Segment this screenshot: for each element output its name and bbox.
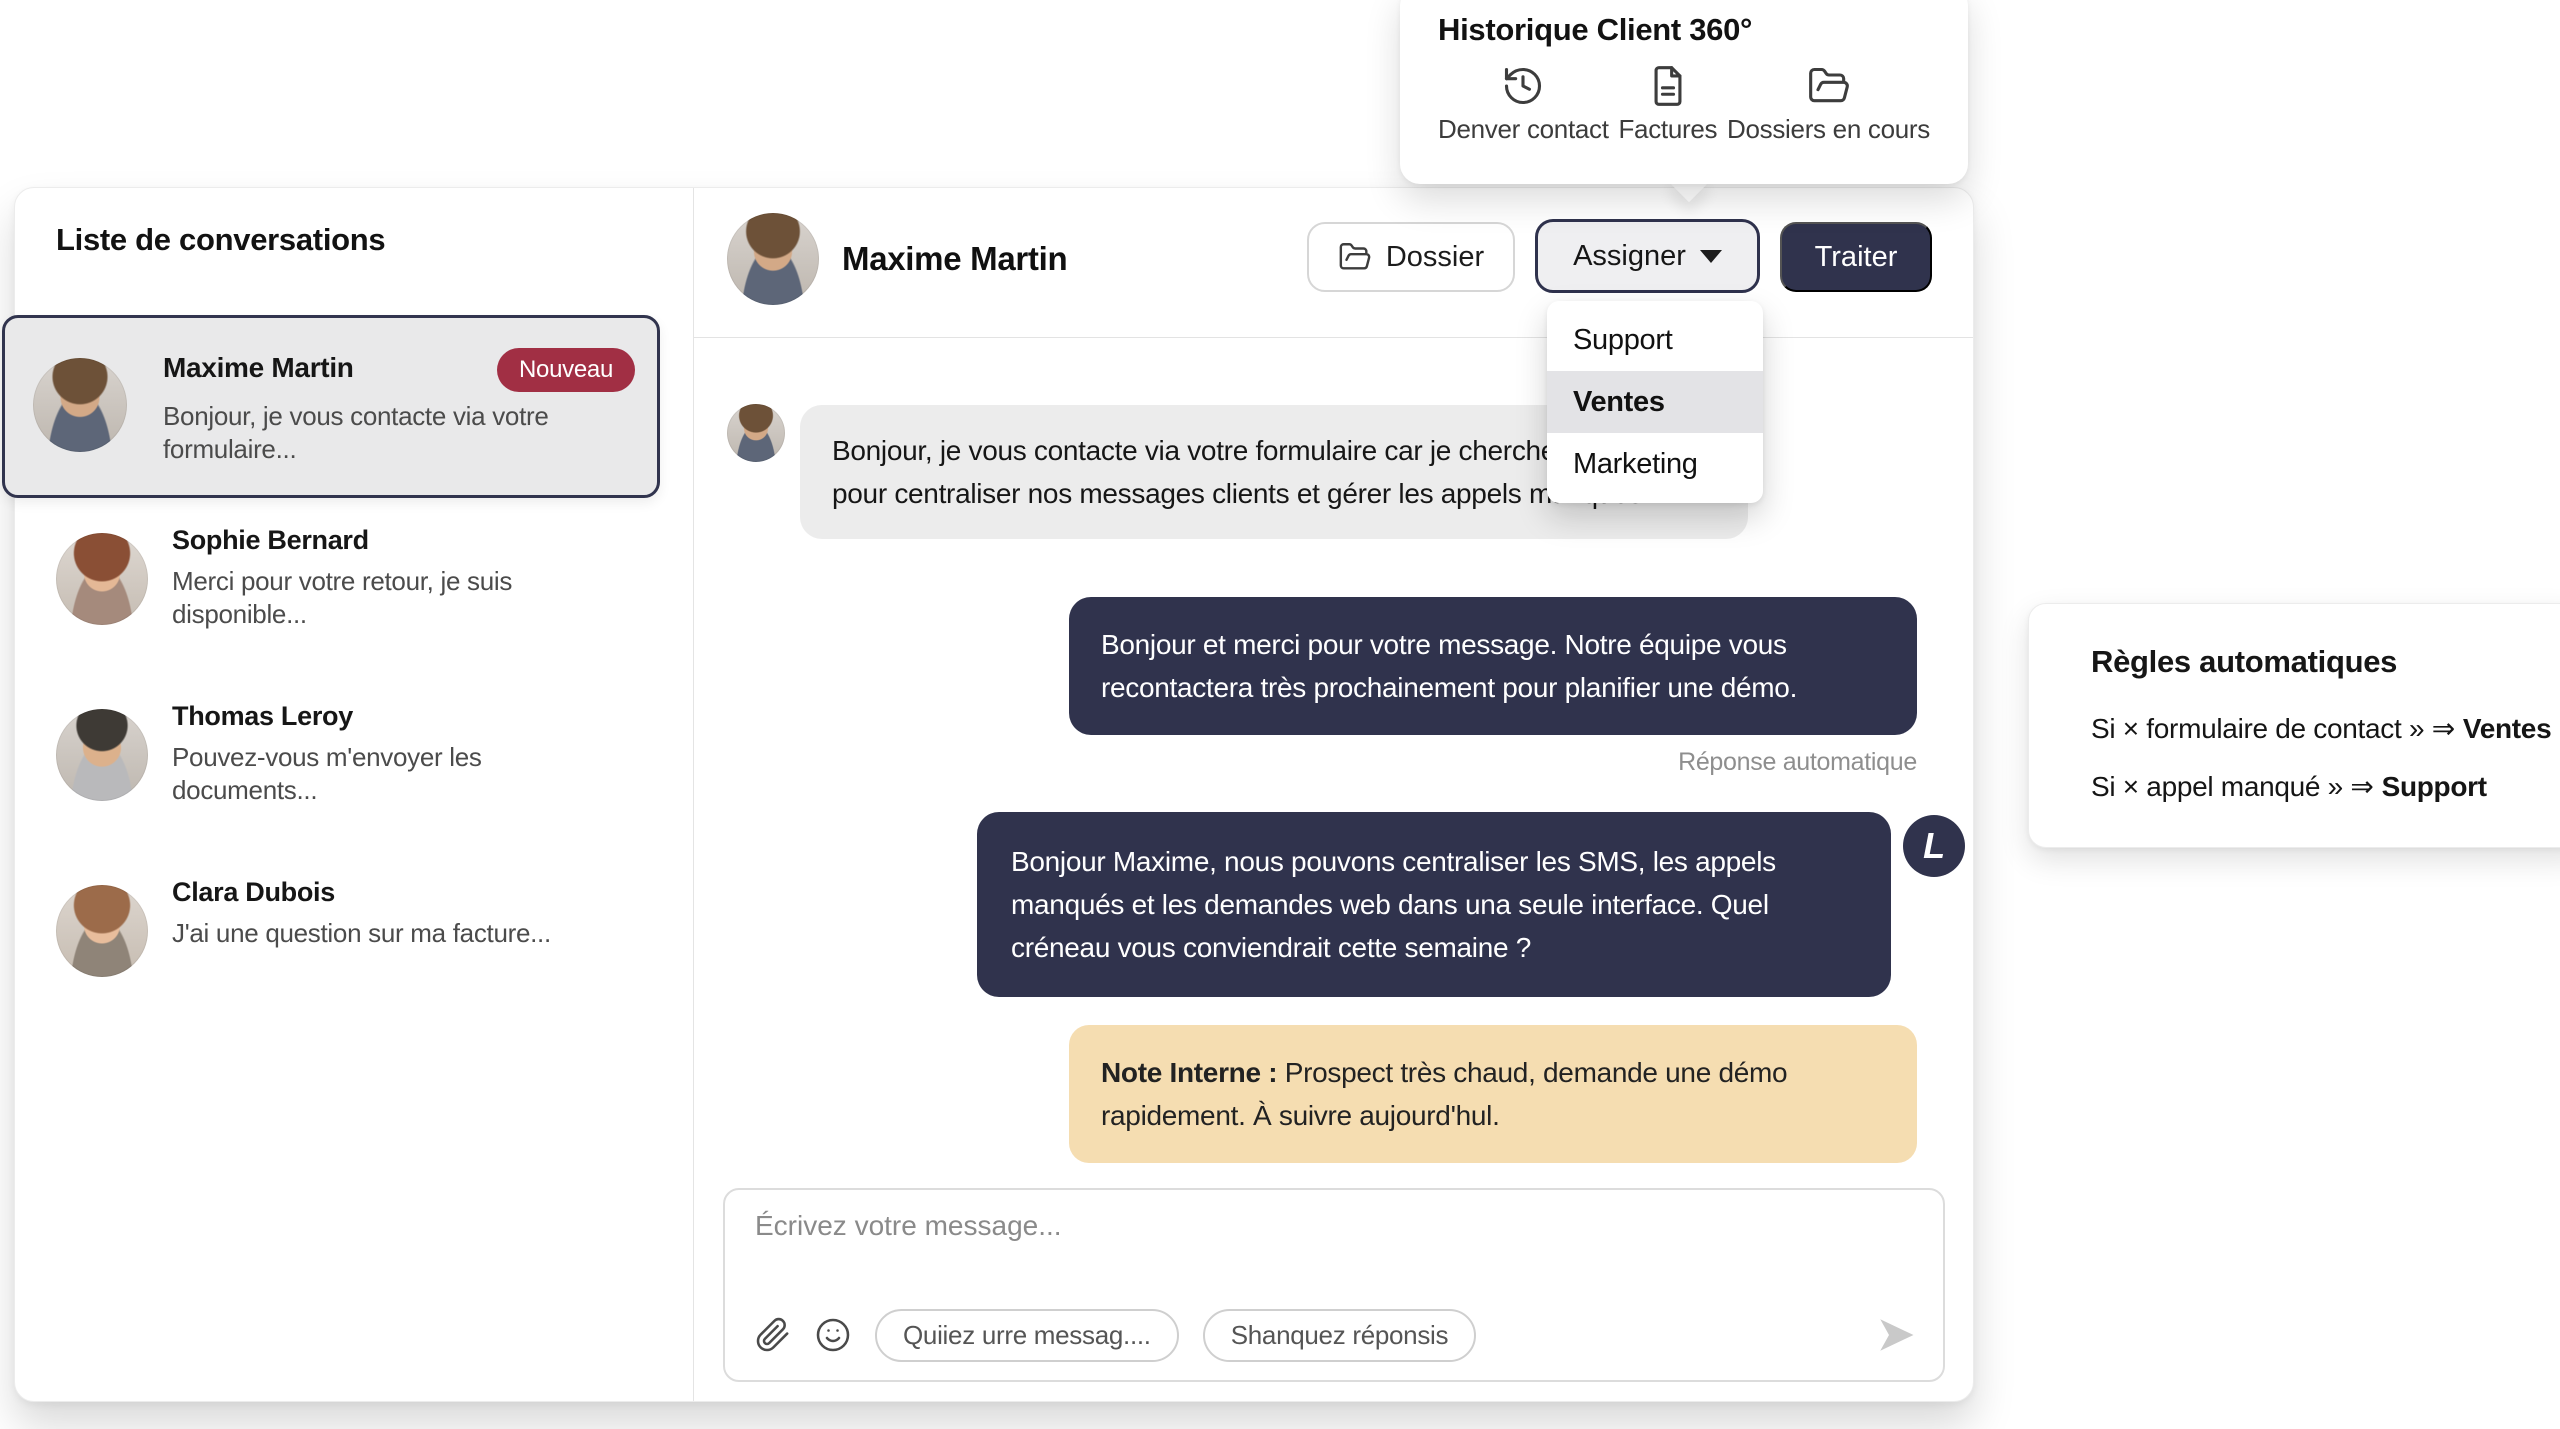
rule-target: Ventes (2463, 713, 2551, 744)
assigner-button[interactable]: Assigner (1535, 219, 1760, 293)
conversation-preview: Merci pour votre retour, je suis disponi… (172, 565, 612, 631)
composer-toolbar: Quiiez urre messag.... Shanquez réponsis (755, 1306, 1917, 1364)
folder-open-icon (1807, 64, 1851, 108)
popup-item-label: Factures (1618, 114, 1717, 145)
new-badge: Nouveau (497, 348, 635, 392)
rule-condition: Si × appel manqué » ⇒ (2091, 771, 2374, 802)
sidebar-divider (693, 188, 694, 1401)
avatar (56, 533, 148, 625)
avatar (33, 358, 127, 452)
internal-note-bubble: Note Interne : Prospect très chaud, dema… (1069, 1025, 1917, 1163)
assigner-button-label: Assigner (1573, 240, 1686, 273)
dropdown-item-marketing[interactable]: Marketing (1547, 433, 1763, 495)
assign-dropdown-menu: Support Ventes Marketing (1547, 301, 1763, 503)
conversation-item-sophie[interactable]: Sophie Bernard Merci pour votre retour, … (30, 523, 660, 673)
conversation-preview: Pouvez-vous m'envoyer les documents... (172, 741, 612, 807)
popup-items: Denver contact Factures Dossiers en cour… (1438, 64, 1930, 145)
dossier-button-label: Dossier (1386, 241, 1484, 274)
traiter-button[interactable]: Traiter (1780, 222, 1932, 292)
client-history-popup: Historique Client 360° Denver contact (1400, 0, 1968, 184)
conversation-list-title: Liste de conversations (56, 222, 385, 258)
rule-condition: Si × formulaire de contact » ⇒ (2091, 713, 2455, 744)
folder-open-icon (1338, 240, 1372, 274)
header-divider (694, 337, 1973, 338)
avatar (56, 709, 148, 801)
auto-reply-bubble: Bonjour et merci pour votre message. Not… (1069, 597, 1917, 735)
dropdown-item-ventes[interactable]: Ventes (1547, 371, 1763, 433)
chevron-down-icon (1700, 250, 1722, 263)
paperclip-icon[interactable] (755, 1317, 791, 1353)
popup-item-factures[interactable]: Factures (1618, 64, 1717, 145)
auto-reply-caption: Réponse automatique (1069, 748, 1917, 777)
saved-replies-chip[interactable]: Shanquez réponsis (1203, 1309, 1477, 1362)
rule-item: Si × formulaire de contact » ⇒ Ventes (2091, 712, 2551, 745)
quick-message-chip[interactable]: Quiiez urre messag.... (875, 1309, 1179, 1362)
popup-item-last-contact[interactable]: Denver contact (1438, 64, 1609, 145)
conversation-name: Clara Dubois (172, 877, 335, 908)
popup-title: Historique Client 360° (1438, 12, 1930, 48)
automatic-rules-panel: Règles automatiques Si × formulaire de c… (2028, 603, 2560, 848)
popup-item-label: Denver contact (1438, 114, 1609, 145)
conversation-item-clara[interactable]: Clara Dubois J'ai une question sur ma fa… (30, 875, 660, 1025)
rule-target: Support (2382, 771, 2487, 802)
agent-message-bubble: Bonjour Maxime, nous pouvons centraliser… (977, 812, 1891, 997)
message-avatar (727, 404, 785, 462)
invoice-icon (1646, 64, 1690, 108)
conversation-item-thomas[interactable]: Thomas Leroy Pouvez-vous m'envoyer les d… (30, 699, 660, 849)
traiter-button-label: Traiter (1815, 241, 1898, 274)
history-icon (1501, 64, 1545, 108)
conversation-item-maxime[interactable]: Maxime Martin Nouveau Bonjour, je vous c… (2, 315, 660, 498)
rules-panel-title: Règles automatiques (2091, 644, 2397, 680)
message-composer: Quiiez urre messag.... Shanquez réponsis (723, 1188, 1945, 1382)
contact-avatar (727, 213, 819, 305)
conversation-preview: Bonjour, je vous contacte via votre form… (163, 400, 618, 466)
contact-name: Maxime Martin (842, 240, 1067, 278)
dossier-button[interactable]: Dossier (1307, 222, 1515, 292)
emoji-icon[interactable] (815, 1317, 851, 1353)
rule-item: Si × appel manqué » ⇒ Support (2091, 770, 2487, 803)
message-input[interactable] (755, 1210, 1855, 1268)
brand-logo-badge: L (1903, 815, 1965, 877)
conversation-preview: J'ai une question sur ma facture... (172, 917, 612, 950)
send-button[interactable] (1875, 1314, 1917, 1356)
conversation-name: Thomas Leroy (172, 701, 353, 732)
conversation-name: Sophie Bernard (172, 525, 369, 556)
avatar (56, 885, 148, 977)
popup-item-label: Dossiers en cours (1727, 114, 1930, 145)
popup-item-dossiers[interactable]: Dossiers en cours (1727, 64, 1930, 145)
internal-note-label: Note Interne : (1101, 1057, 1277, 1088)
dropdown-item-support[interactable]: Support (1547, 309, 1763, 371)
conversation-name: Maxime Martin (163, 352, 354, 384)
send-icon (1875, 1314, 1917, 1356)
